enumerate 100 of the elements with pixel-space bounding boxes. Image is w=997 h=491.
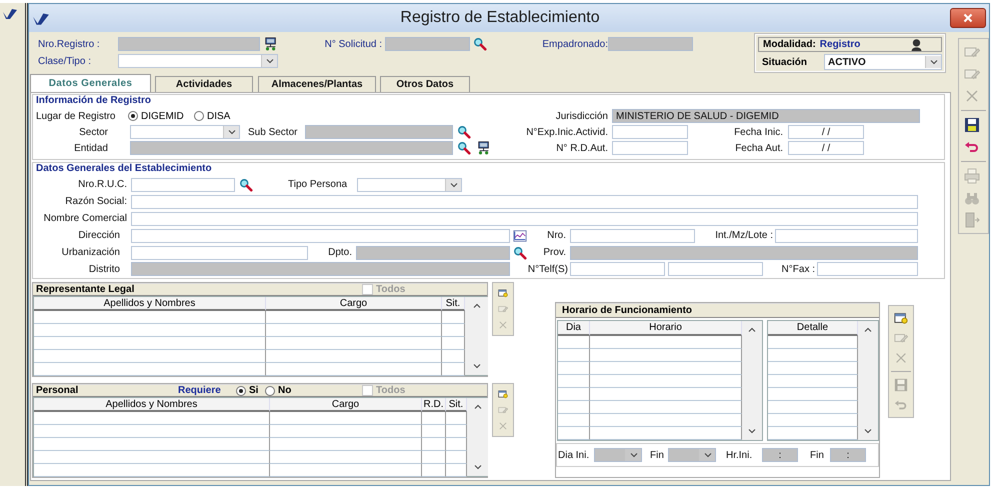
input-field[interactable]: / /	[788, 125, 864, 139]
search-button[interactable]	[456, 140, 472, 156]
search-icon	[513, 246, 527, 260]
field-label: Dia Ini.	[558, 450, 590, 460]
tab[interactable]: Datos Generales	[30, 74, 151, 92]
column-header: Cargo	[266, 297, 442, 311]
field-label: Sub Sector	[248, 126, 298, 138]
table-cell	[558, 401, 590, 414]
input-field[interactable]	[775, 228, 918, 242]
field-label: N°Telf(S)	[526, 264, 568, 274]
printer-icon	[964, 168, 980, 184]
radio-button[interactable]	[236, 386, 246, 396]
radio-option[interactable]: No	[265, 385, 295, 396]
column-header: Horario	[590, 321, 742, 336]
binoculars-icon	[964, 190, 980, 206]
table-cell	[558, 414, 590, 427]
field-label: Lugar de Registro	[36, 110, 116, 122]
field-label: Nro.	[546, 230, 566, 241]
table-cell	[558, 375, 590, 388]
field-label: Distrito	[88, 264, 120, 274]
data-grid[interactable]: Detalle	[767, 320, 879, 441]
field-label: Entidad	[73, 142, 108, 154]
column-header: Apellidos y Nombres	[34, 297, 266, 311]
column-header: Dia	[558, 321, 590, 336]
input-field[interactable]: / /	[788, 141, 864, 155]
delete-icon	[498, 320, 508, 330]
delete-icon	[894, 351, 908, 365]
network-icon	[264, 37, 278, 51]
scrollbar[interactable]	[742, 321, 762, 440]
input-field[interactable]	[668, 262, 763, 276]
tab[interactable]: Actividades	[155, 76, 253, 92]
scrollbar[interactable]	[858, 321, 878, 440]
input-field[interactable]	[131, 212, 918, 226]
tab[interactable]: Almacenes/Plantas	[258, 76, 376, 92]
lookup-button[interactable]	[476, 140, 492, 156]
section-title: Datos Generales del Establecimiento	[35, 163, 212, 176]
radio-option[interactable]: DIGEMID	[128, 110, 190, 122]
data-grid[interactable]: Apellidos y Nombres Cargo Sit.	[33, 296, 487, 376]
lookup-button[interactable]	[263, 36, 279, 52]
field-label: Fin	[650, 450, 665, 460]
readonly-field: :	[762, 448, 798, 462]
add-icon	[498, 288, 508, 298]
input-field[interactable]	[612, 141, 688, 155]
window-title: Registro de Establecimiento	[400, 9, 600, 27]
search-button[interactable]	[456, 124, 472, 140]
field-label: Dpto.	[327, 247, 352, 258]
table-cell	[558, 388, 590, 401]
input-field[interactable]	[131, 194, 918, 208]
radio-button[interactable]	[265, 386, 275, 396]
input-field[interactable]	[131, 178, 235, 192]
dropdown[interactable]: ACTIVO	[824, 54, 942, 70]
search-button[interactable]	[472, 36, 488, 52]
search-button[interactable]	[238, 176, 254, 192]
column-header: Sit.	[446, 398, 467, 412]
column-header: Apellidos y Nombres	[34, 398, 270, 412]
column-header: Cargo	[270, 398, 422, 412]
add-icon	[894, 311, 908, 325]
save-icon	[964, 117, 980, 133]
section-title: Horario de Funcionamiento	[562, 305, 692, 316]
field-label: Prov.	[542, 247, 566, 258]
section-title: Información de Registro	[35, 95, 152, 108]
input-field[interactable]	[131, 246, 308, 260]
radio-button[interactable]	[128, 111, 138, 121]
scrollbar[interactable]	[467, 398, 488, 476]
table-cell	[558, 349, 590, 362]
radio-option[interactable]: DISA	[194, 110, 240, 122]
tab[interactable]: Otros Datos	[380, 76, 470, 92]
input-field[interactable]	[817, 262, 918, 276]
delete-icon	[498, 421, 508, 431]
person-icon	[910, 38, 923, 51]
input-field[interactable]	[570, 228, 695, 242]
data-grid[interactable]: Apellidos y Nombres Cargo R.D. Sit.	[33, 397, 487, 477]
radio-option[interactable]: Si	[236, 385, 263, 396]
column-header: Sit.	[442, 297, 465, 311]
radio-button[interactable]	[194, 111, 204, 121]
field-label: Dirección	[77, 230, 120, 241]
network-icon	[477, 141, 491, 155]
input-field[interactable]	[612, 125, 688, 139]
map-button[interactable]	[512, 228, 528, 244]
search-icon	[473, 37, 487, 51]
input-field[interactable]	[131, 228, 510, 242]
table-cell	[422, 451, 446, 464]
section-title: Representante Legal	[36, 284, 136, 295]
undo-icon	[964, 139, 980, 155]
field-label: N° R.D.Aut.	[555, 142, 608, 154]
field-label: Jurisdicción	[554, 110, 608, 122]
input-field[interactable]	[570, 262, 665, 276]
scrollbar[interactable]	[465, 297, 488, 375]
field-label: Nro.R.U.C.	[77, 179, 127, 190]
field-label: N°Fax :	[780, 264, 815, 274]
table-cell	[422, 412, 446, 425]
search-button[interactable]	[512, 244, 528, 260]
column-header: R.D.	[422, 398, 446, 412]
chart-icon	[513, 228, 527, 242]
search-icon	[457, 125, 471, 139]
data-grid[interactable]: Dia Horario	[557, 320, 763, 441]
readonly-field: MINISTERIO DE SALUD - DIGEMID	[612, 109, 920, 123]
close-button[interactable]	[950, 8, 986, 28]
dropdown[interactable]	[357, 178, 462, 192]
door-icon	[964, 212, 980, 228]
